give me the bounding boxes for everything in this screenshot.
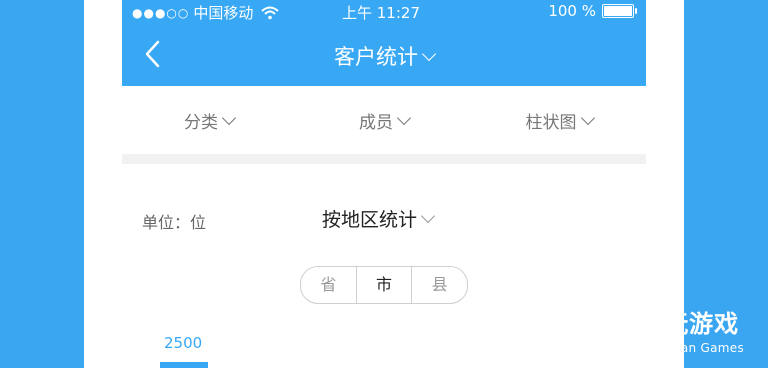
watermark-subtitle: Rengwan Games — [639, 341, 744, 355]
segment-city[interactable]: 市 — [355, 267, 412, 303]
group-by-dropdown[interactable]: 按地区统计 — [322, 205, 436, 232]
watermark: 仍玩游戏 Rengwan Games — [591, 304, 744, 355]
filter-category[interactable]: 分类 — [122, 108, 296, 133]
app-screen: ●●●○○ 中国移动 上午 11:27 100 % 客户统计 分类 成员 柱状图… — [122, 0, 646, 368]
filter-member-label: 成员 — [359, 112, 393, 133]
page-title-dropdown[interactable]: 客户统计 — [122, 41, 646, 71]
unit-label: 单位：位 — [142, 213, 207, 232]
y-axis-tick-label: 2500 — [164, 334, 203, 352]
carrier-label: 中国移动 — [193, 4, 254, 22]
filter-bar: 分类 成员 柱状图 — [122, 86, 646, 155]
filter-member[interactable]: 成员 — [297, 108, 471, 133]
group-by-label: 按地区统计 — [322, 209, 418, 231]
wifi-icon — [261, 6, 280, 19]
chevron-down-icon — [421, 46, 437, 62]
status-bar: ●●●○○ 中国移动 上午 11:27 100 % — [122, 0, 646, 24]
region-level-segmented-control: 省 市 县 — [300, 266, 468, 304]
nav-bar: 客户统计 — [122, 24, 646, 86]
brand-logo-icon — [591, 308, 629, 344]
chevron-down-icon — [221, 110, 237, 125]
segment-province[interactable]: 省 — [301, 267, 356, 303]
stats-panel: 单位：位 按地区统计 省 市 县 2500 — [122, 164, 646, 368]
filter-category-label: 分类 — [184, 112, 218, 133]
chevron-down-icon — [396, 110, 412, 125]
chart-bar — [160, 362, 208, 368]
battery-icon — [602, 4, 637, 18]
watermark-title: 仍玩游戏 — [639, 310, 740, 338]
battery-percent: 100 % — [548, 2, 596, 20]
segment-county[interactable]: 县 — [411, 267, 467, 303]
filter-chart-type-label: 柱状图 — [525, 112, 577, 133]
signal-icon: ●●●○○ — [132, 5, 190, 20]
filter-chart-type[interactable]: 柱状图 — [472, 108, 646, 133]
page-title: 客户统计 — [334, 45, 418, 69]
clock: 上午 11:27 — [342, 4, 420, 22]
section-divider — [122, 154, 646, 164]
chevron-down-icon — [580, 110, 595, 125]
chevron-down-icon — [420, 208, 436, 224]
